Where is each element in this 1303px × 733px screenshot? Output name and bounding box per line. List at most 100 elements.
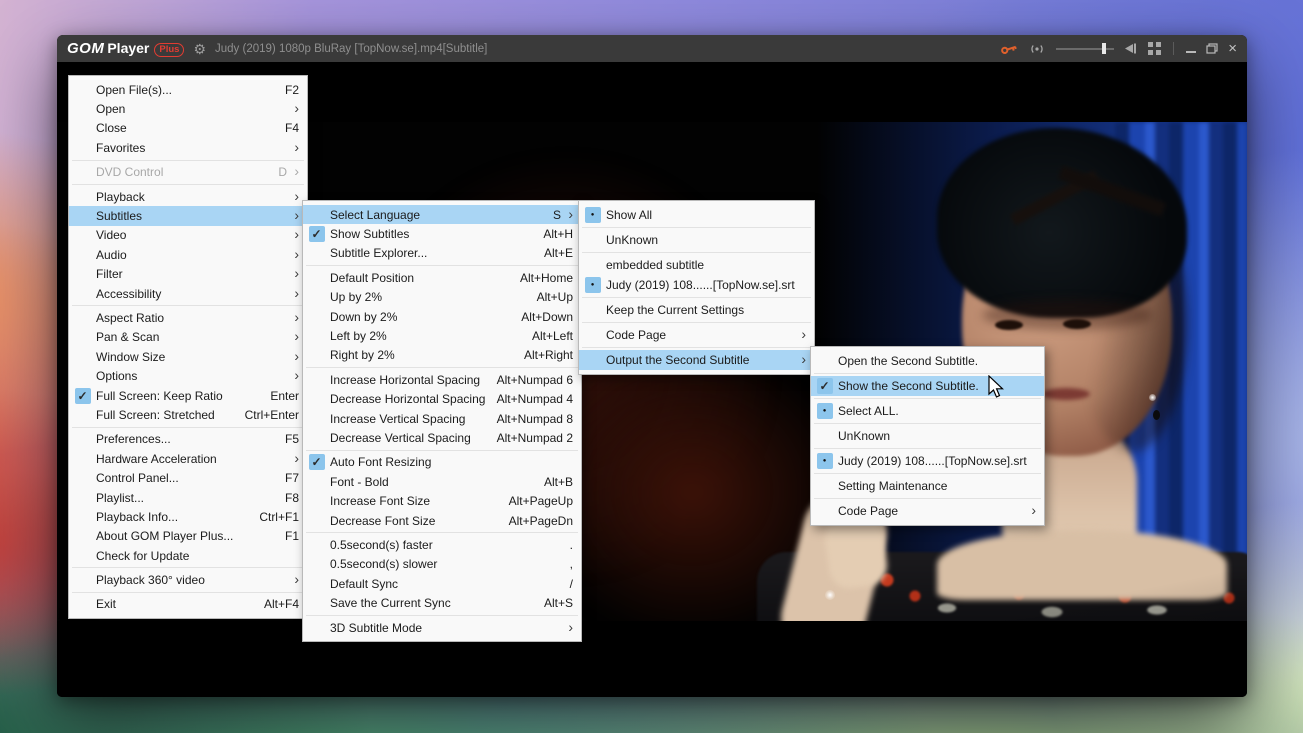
- menu-item-code-page[interactable]: Code Page›: [579, 325, 814, 345]
- menu-item-label: Open File(s)...: [96, 83, 285, 97]
- broadcast-icon[interactable]: [1028, 43, 1046, 55]
- minimize-button[interactable]: [1186, 51, 1196, 53]
- menu-item-output-the-second-subtitle[interactable]: Output the Second Subtitle›: [579, 350, 814, 370]
- menu-item-keep-the-current-settings[interactable]: Keep the Current Settings: [579, 300, 814, 320]
- menu-item-setting-maintenance[interactable]: Setting Maintenance: [811, 476, 1044, 496]
- menu-item-decrease-horizontal-spacing[interactable]: Decrease Horizontal SpacingAlt+Numpad 4: [303, 390, 581, 409]
- menu-item-open-the-second-subtitle[interactable]: Open the Second Subtitle.: [811, 351, 1044, 371]
- menu-item-subtitle-explorer[interactable]: Subtitle Explorer...Alt+E: [303, 244, 581, 263]
- menu-item-label: Select Language: [330, 208, 553, 222]
- menu-item-show-all[interactable]: ●Show All: [579, 205, 814, 225]
- menu-item-favorites[interactable]: Favorites›: [69, 138, 307, 157]
- submenu-arrow-icon: ›: [291, 350, 299, 362]
- menu-item-right: Alt+Down: [521, 310, 573, 324]
- submenu-arrow-icon: ›: [291, 228, 299, 240]
- menu-item-increase-font-size[interactable]: Increase Font SizeAlt+PageUp: [303, 491, 581, 510]
- menu-item-0-5second-s-slower[interactable]: 0.5second(s) slower,: [303, 555, 581, 574]
- menu-item-right-by-2[interactable]: Right by 2%Alt+Right: [303, 346, 581, 365]
- menu-item-check-for-update[interactable]: Check for Update: [69, 546, 307, 565]
- menu-separator: [306, 450, 578, 451]
- menu-item-accessibility[interactable]: Accessibility›: [69, 284, 307, 303]
- menu-item-increase-horizontal-spacing[interactable]: Increase Horizontal SpacingAlt+Numpad 6: [303, 370, 581, 389]
- menu-item-left-by-2[interactable]: Left by 2%Alt+Left: [303, 326, 581, 345]
- menu-item-close[interactable]: CloseF4: [69, 119, 307, 138]
- menu-item-gutter: ●: [811, 453, 838, 469]
- menu-item-preferences[interactable]: Preferences...F5: [69, 430, 307, 449]
- menu-item-full-screen-keep-ratio[interactable]: ✓Full Screen: Keep RatioEnter: [69, 386, 307, 405]
- menu-item-audio[interactable]: Audio›: [69, 245, 307, 264]
- menu-item-playback-info[interactable]: Playback Info...Ctrl+F1: [69, 507, 307, 526]
- menu-item-unknown[interactable]: UnKnown: [811, 426, 1044, 446]
- menu-item-embedded-subtitle[interactable]: embedded subtitle: [579, 255, 814, 275]
- menu-item-down-by-2[interactable]: Down by 2%Alt+Down: [303, 307, 581, 326]
- menu-item-default-sync[interactable]: Default Sync/: [303, 574, 581, 593]
- menu-separator: [814, 373, 1041, 374]
- key-icon[interactable]: [1000, 42, 1018, 55]
- menu-item-playback[interactable]: Playback›: [69, 187, 307, 206]
- menu-item-unknown[interactable]: UnKnown: [579, 230, 814, 250]
- menu-item-code-page[interactable]: Code Page›: [811, 501, 1044, 521]
- titlebar-divider: [1173, 42, 1174, 55]
- menu-item-open[interactable]: Open›: [69, 99, 307, 118]
- shortcut-label: Alt+Numpad 2: [497, 431, 573, 445]
- menu-item-control-panel[interactable]: Control Panel...F7: [69, 468, 307, 487]
- menu-separator: [72, 305, 304, 306]
- shortcut-label: Alt+E: [544, 246, 573, 260]
- menu-item-hardware-acceleration[interactable]: Hardware Acceleration›: [69, 449, 307, 468]
- menu-item-aspect-ratio[interactable]: Aspect Ratio›: [69, 308, 307, 327]
- menu-item-default-position[interactable]: Default PositionAlt+Home: [303, 268, 581, 287]
- menu-item-subtitles[interactable]: Subtitles›: [69, 206, 307, 225]
- close-button[interactable]: ×: [1228, 41, 1237, 56]
- submenu-arrow-icon: ›: [565, 621, 573, 633]
- gear-icon[interactable]: ⚙: [193, 42, 206, 56]
- restore-button[interactable]: [1206, 43, 1218, 54]
- menu-item-full-screen-stretched[interactable]: Full Screen: StretchedCtrl+Enter: [69, 405, 307, 424]
- volume-handle[interactable]: [1102, 43, 1106, 54]
- radio-dot-icon: ●: [817, 403, 833, 419]
- menu-item-up-by-2[interactable]: Up by 2%Alt+Up: [303, 288, 581, 307]
- menu-item-video[interactable]: Video›: [69, 226, 307, 245]
- window-title: Judy (2019) 1080p BluRay [TopNow.se].mp4…: [215, 43, 993, 55]
- menu-item-0-5second-s-faster[interactable]: 0.5second(s) faster.: [303, 535, 581, 554]
- menu-item-label: UnKnown: [838, 429, 1036, 443]
- menu-item-about-gom-player-plus[interactable]: About GOM Player Plus...F1: [69, 527, 307, 546]
- grid-icon[interactable]: [1148, 42, 1161, 55]
- menu-item-select-language[interactable]: Select LanguageS›: [303, 205, 581, 224]
- menu-item-right: ›: [291, 453, 299, 465]
- logo-gom-text: GOM: [67, 40, 104, 57]
- menu-item-right: ›: [291, 288, 299, 300]
- menu-item-font-bold[interactable]: Font - BoldAlt+B: [303, 472, 581, 491]
- menu-item-options[interactable]: Options›: [69, 366, 307, 385]
- menu-item-label: Code Page: [838, 504, 1028, 518]
- menu-item-auto-font-resizing[interactable]: ✓Auto Font Resizing: [303, 453, 581, 472]
- menu-item-playback-360-video[interactable]: Playback 360° video›: [69, 570, 307, 589]
- menu-item-3d-subtitle-mode[interactable]: 3D Subtitle Mode›: [303, 618, 581, 637]
- menu-item-open-file-s[interactable]: Open File(s)...F2: [69, 80, 307, 99]
- menu-item-label: embedded subtitle: [606, 258, 806, 272]
- menu-item-exit[interactable]: ExitAlt+F4: [69, 595, 307, 614]
- menu-item-select-all[interactable]: ●Select ALL.: [811, 401, 1044, 421]
- submenu-arrow-icon: ›: [291, 369, 299, 381]
- menu-item-gutter: ●: [579, 207, 606, 223]
- menu-item-judy-2019-108-topnow-se-srt[interactable]: ●Judy (2019) 108......[TopNow.se].srt: [579, 275, 814, 295]
- pin-icon[interactable]: [1124, 42, 1138, 55]
- titlebar[interactable]: GOM Player Plus ⚙ Judy (2019) 1080p BluR…: [57, 35, 1247, 62]
- menu-item-save-the-current-sync[interactable]: Save the Current SyncAlt+S: [303, 593, 581, 612]
- menu-item-decrease-vertical-spacing[interactable]: Decrease Vertical SpacingAlt+Numpad 2: [303, 428, 581, 447]
- menu-item-show-subtitles[interactable]: ✓Show SubtitlesAlt+H: [303, 224, 581, 243]
- menu-item-decrease-font-size[interactable]: Decrease Font SizeAlt+PageDn: [303, 511, 581, 530]
- menu-item-judy-2019-108-topnow-se-srt[interactable]: ●Judy (2019) 108......[TopNow.se].srt: [811, 451, 1044, 471]
- menu-item-window-size[interactable]: Window Size›: [69, 347, 307, 366]
- shortcut-label: Alt+Down: [521, 310, 573, 324]
- volume-slider[interactable]: [1056, 43, 1114, 54]
- menu-separator: [582, 227, 811, 228]
- menu-item-increase-vertical-spacing[interactable]: Increase Vertical SpacingAlt+Numpad 8: [303, 409, 581, 428]
- menu-item-label: UnKnown: [606, 233, 806, 247]
- menu-item-pan-scan[interactable]: Pan & Scan›: [69, 328, 307, 347]
- checkmark-icon: ✓: [309, 226, 325, 242]
- shortcut-label: Alt+Numpad 8: [497, 412, 573, 426]
- menu-item-filter[interactable]: Filter›: [69, 265, 307, 284]
- menu-item-label: Playback: [96, 190, 291, 204]
- menu-item-label: Pan & Scan: [96, 330, 291, 344]
- menu-item-playlist[interactable]: Playlist...F8: [69, 488, 307, 507]
